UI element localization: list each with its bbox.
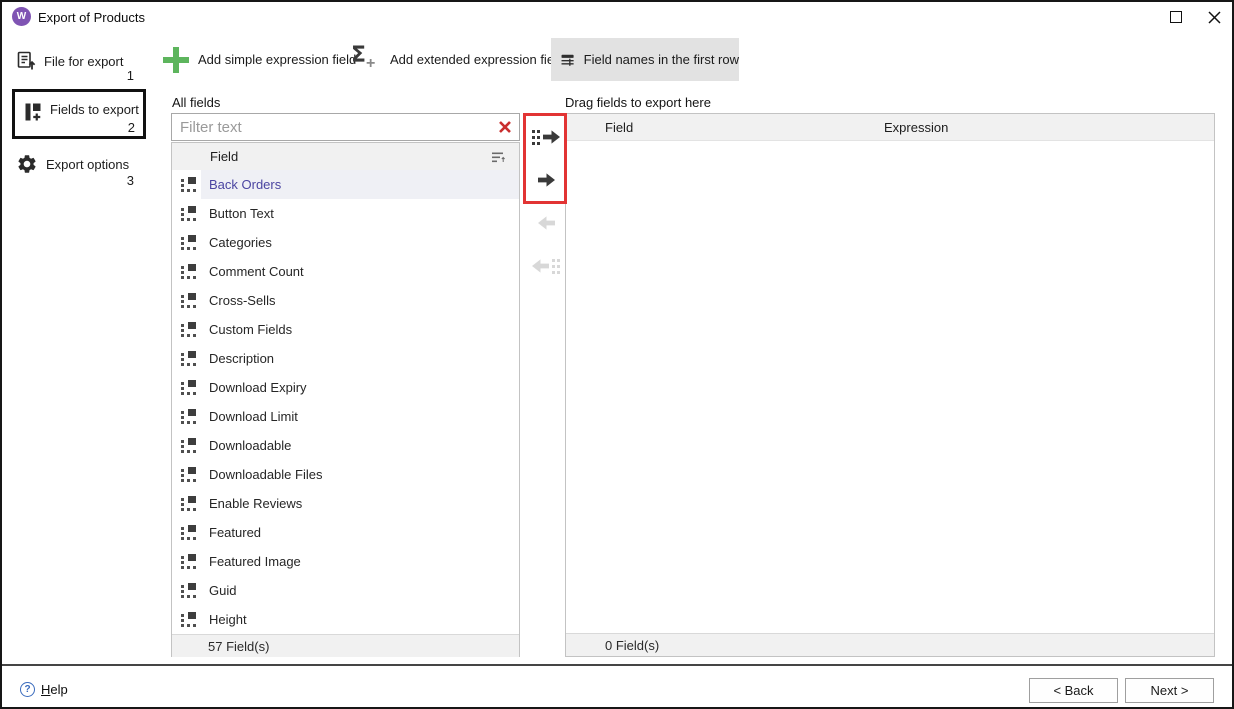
window-title: Export of Products <box>38 10 145 25</box>
file-export-icon <box>16 51 36 71</box>
sidebar-step-fields-to-export[interactable]: Fields to export 2 <box>12 89 146 139</box>
field-row[interactable]: Back Orders <box>172 170 519 199</box>
arrow-right-icon <box>538 173 555 187</box>
titlebar: W Export of Products <box>2 2 1232 32</box>
add-extended-expression-label: Add extended expression field <box>390 52 564 67</box>
sigma-plus-icon: Σ+ <box>351 45 381 75</box>
field-row[interactable]: Categories <box>172 228 519 257</box>
field-row[interactable]: Height <box>172 605 519 634</box>
drag-handle-icon[interactable] <box>181 467 199 483</box>
dots-icon <box>552 259 555 274</box>
sidebar-step-label: Fields to export <box>50 102 139 117</box>
footer-separator <box>2 664 1232 666</box>
move-selected-right-button[interactable] <box>531 166 561 194</box>
all-fields-count: 57 Field(s) <box>172 634 519 657</box>
field-row[interactable]: Description <box>172 344 519 373</box>
drag-handle-icon[interactable] <box>181 380 199 396</box>
sort-icon[interactable] <box>492 151 505 166</box>
field-row[interactable]: Download Expiry <box>172 373 519 402</box>
sidebar-step-label: Export options <box>46 157 129 172</box>
table-header-icon <box>561 49 575 71</box>
drag-handle-icon[interactable] <box>181 293 199 309</box>
fields-export-icon <box>23 102 43 122</box>
help-label: Help <box>41 682 68 697</box>
all-fields-table-header[interactable]: Field <box>172 143 519 170</box>
add-extended-expression-button[interactable]: Σ+ Add extended expression field <box>351 38 564 81</box>
field-names-first-row-toggle[interactable]: Field names in the first row <box>551 38 739 81</box>
field-row[interactable]: Downloadable <box>172 431 519 460</box>
move-all-right-button[interactable] <box>531 123 561 151</box>
help-button[interactable]: ? Help <box>20 682 68 697</box>
drag-handle-icon[interactable] <box>181 583 199 599</box>
drag-handle-icon[interactable] <box>181 496 199 512</box>
field-row[interactable]: Cross-Sells <box>172 286 519 315</box>
back-button[interactable]: < Back <box>1029 678 1118 703</box>
field-row[interactable]: Download Limit <box>172 402 519 431</box>
export-dialog-window: W Export of Products Add simple expressi… <box>0 0 1234 709</box>
drag-handle-icon[interactable] <box>181 409 199 425</box>
field-column-header: Field <box>605 120 633 135</box>
drag-handle-icon[interactable] <box>181 438 199 454</box>
woocommerce-logo-icon: W <box>12 7 31 26</box>
field-row[interactable]: Custom Fields <box>172 315 519 344</box>
field-row[interactable]: Featured <box>172 518 519 547</box>
drag-handle-icon[interactable] <box>181 235 199 251</box>
drag-fields-heading: Drag fields to export here <box>565 95 711 110</box>
add-simple-expression-label: Add simple expression field <box>198 52 356 67</box>
drag-handle-icon[interactable] <box>181 206 199 222</box>
field-row[interactable]: Comment Count <box>172 257 519 286</box>
export-fields-count: 0 Field(s) <box>566 633 1214 656</box>
export-fields-table-header: Field Expression <box>566 114 1214 141</box>
gear-icon <box>16 153 38 175</box>
drag-handle-icon[interactable] <box>181 322 199 338</box>
drag-handle-icon[interactable] <box>181 264 199 280</box>
field-row[interactable]: Guid <box>172 576 519 605</box>
arrow-left-icon <box>538 216 555 230</box>
drag-handle-icon[interactable] <box>181 351 199 367</box>
drag-handle-icon[interactable] <box>181 525 199 541</box>
clear-filter-button[interactable] <box>498 120 512 137</box>
sidebar-step-label: File for export <box>44 54 123 69</box>
export-fields-dropzone[interactable] <box>566 141 1214 633</box>
drag-handle-icon[interactable] <box>181 612 199 628</box>
filter-input[interactable] <box>172 114 472 140</box>
filter-box <box>171 113 520 141</box>
export-fields-table: Field Expression 0 Field(s) <box>565 113 1215 657</box>
all-fields-heading: All fields <box>172 95 220 110</box>
field-column-header: Field <box>210 149 238 164</box>
all-fields-table: Field Back Orders Button Text Categories… <box>171 142 520 657</box>
step-number: 3 <box>106 173 134 188</box>
next-button[interactable]: Next > <box>1125 678 1214 703</box>
field-row[interactable]: Button Text <box>172 199 519 228</box>
step-number: 2 <box>128 120 135 135</box>
clear-x-icon <box>498 120 512 134</box>
drag-handle-icon[interactable] <box>181 554 199 570</box>
plus-icon <box>163 47 189 73</box>
field-names-first-row-label: Field names in the first row <box>584 52 739 67</box>
move-selected-left-button <box>531 209 561 237</box>
arrow-right-icon <box>543 130 560 144</box>
dots-icon <box>537 130 540 145</box>
field-row[interactable]: Featured Image <box>172 547 519 576</box>
move-all-left-button <box>531 252 561 280</box>
field-row[interactable]: Downloadable Files <box>172 460 519 489</box>
add-simple-expression-button[interactable]: Add simple expression field <box>163 38 356 81</box>
close-button[interactable] <box>1198 2 1230 32</box>
step-number: 1 <box>106 68 134 83</box>
drag-handle-icon[interactable] <box>181 177 199 193</box>
expression-column-header: Expression <box>884 120 948 135</box>
help-icon: ? <box>20 682 35 697</box>
maximize-icon <box>1170 11 1182 23</box>
arrow-left-icon <box>532 259 549 273</box>
close-icon <box>1207 10 1222 25</box>
field-row[interactable]: Enable Reviews <box>172 489 519 518</box>
maximize-button[interactable] <box>1160 2 1192 32</box>
